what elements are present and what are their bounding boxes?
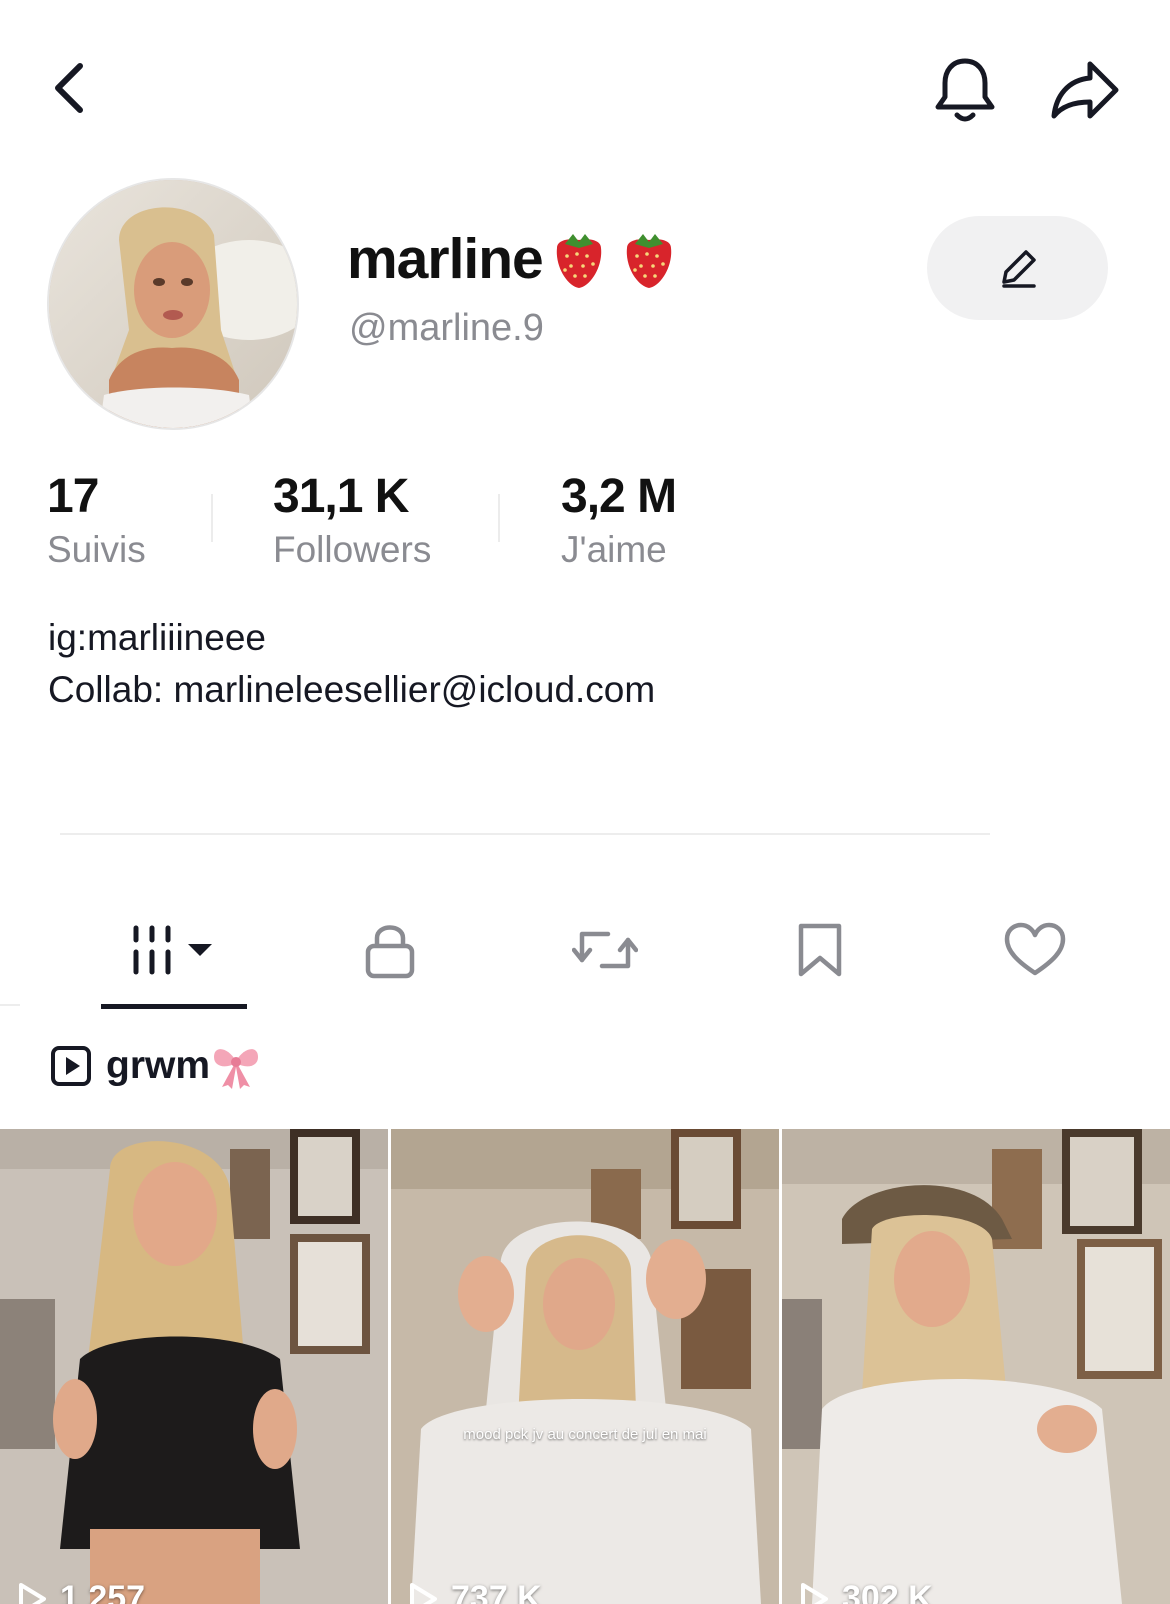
view-count-value: 1 257 bbox=[60, 1579, 146, 1604]
bio-instagram: ig:marliiineee bbox=[48, 617, 266, 658]
username-handle: @marline.9 bbox=[349, 307, 544, 349]
playlist-label: grwm bbox=[106, 1044, 211, 1087]
playlist-play-icon bbox=[51, 1046, 91, 1086]
tab-liked[interactable] bbox=[985, 900, 1085, 1000]
bio-collab-email[interactable]: Collab: marlineleesellier@icloud.com bbox=[48, 664, 655, 716]
profile-stats: 17 Suivis 31,1 K Followers 3,2 M J'aime bbox=[47, 468, 747, 578]
top-bar bbox=[0, 0, 1170, 180]
strawberry-icon bbox=[626, 234, 671, 288]
stat-followers-label: Followers bbox=[273, 529, 432, 570]
heart-icon bbox=[1004, 922, 1066, 976]
playlist-chip[interactable]: grwm bbox=[50, 1040, 262, 1092]
share-button[interactable] bbox=[1045, 50, 1125, 130]
repost-icon bbox=[572, 931, 638, 969]
stat-likes-value: 3,2 M bbox=[561, 470, 677, 523]
bookmark-icon bbox=[798, 923, 842, 977]
tabs-divider bbox=[0, 1004, 20, 1006]
tab-videos[interactable] bbox=[101, 900, 247, 1000]
active-tab-indicator bbox=[101, 1004, 247, 1009]
play-outline-icon bbox=[19, 1582, 46, 1604]
section-divider bbox=[60, 833, 990, 835]
view-count-value: 737 K bbox=[451, 1579, 542, 1604]
strawberry-icon bbox=[556, 234, 601, 288]
video-tile[interactable]: mood pck jv au concert de jul en mai 737… bbox=[391, 1129, 779, 1604]
view-count: 737 K bbox=[409, 1579, 542, 1604]
avatar-photo bbox=[49, 180, 297, 428]
bell-icon bbox=[935, 58, 995, 122]
edit-profile-button[interactable] bbox=[927, 216, 1108, 320]
video-thumbnail bbox=[0, 1129, 388, 1604]
stat-divider bbox=[498, 494, 500, 542]
video-thumbnail bbox=[782, 1129, 1170, 1604]
video-tile[interactable]: 302 K bbox=[782, 1129, 1170, 1604]
notifications-button[interactable] bbox=[925, 48, 1005, 132]
view-count: 1 257 bbox=[18, 1579, 145, 1604]
stat-following[interactable]: 17 Suivis bbox=[47, 468, 146, 572]
play-outline-icon bbox=[801, 1582, 828, 1604]
stat-likes-label: J'aime bbox=[561, 529, 667, 570]
back-button[interactable] bbox=[38, 52, 98, 124]
display-name: marline bbox=[347, 227, 544, 291]
stat-likes[interactable]: 3,2 M J'aime bbox=[561, 468, 677, 572]
pencil-icon bbox=[1001, 250, 1036, 288]
name-emojis bbox=[547, 226, 681, 292]
video-grid: 1 257 mood pck jv au concert de jul en m… bbox=[0, 1129, 1170, 1604]
profile-bio: ig:marliiineee Collab: marlineleesellier… bbox=[48, 612, 655, 716]
chevron-left-icon bbox=[55, 63, 83, 113]
grid-dropdown-icon bbox=[133, 925, 212, 975]
stat-divider bbox=[211, 494, 213, 542]
lock-icon bbox=[365, 925, 415, 979]
stat-following-label: Suivis bbox=[47, 529, 146, 570]
ribbon-icon bbox=[214, 1049, 259, 1089]
tab-private[interactable] bbox=[340, 900, 440, 1000]
view-count: 302 K bbox=[800, 1579, 933, 1604]
display-name-row: marline bbox=[347, 222, 681, 296]
tab-favorites[interactable] bbox=[770, 900, 870, 1000]
stat-following-value: 17 bbox=[47, 470, 99, 523]
avatar[interactable] bbox=[47, 178, 299, 430]
share-arrow-icon bbox=[1051, 61, 1119, 119]
view-count-value: 302 K bbox=[842, 1579, 933, 1604]
profile-tabs bbox=[0, 900, 1170, 1010]
tab-reposts[interactable] bbox=[555, 900, 655, 1000]
video-thumbnail bbox=[391, 1129, 779, 1604]
stat-followers-value: 31,1 K bbox=[273, 470, 409, 523]
video-tile[interactable]: 1 257 bbox=[0, 1129, 388, 1604]
video-caption: mood pck jv au concert de jul en mai bbox=[463, 1426, 707, 1443]
stat-followers[interactable]: 31,1 K Followers bbox=[273, 468, 431, 572]
play-outline-icon bbox=[410, 1582, 437, 1604]
